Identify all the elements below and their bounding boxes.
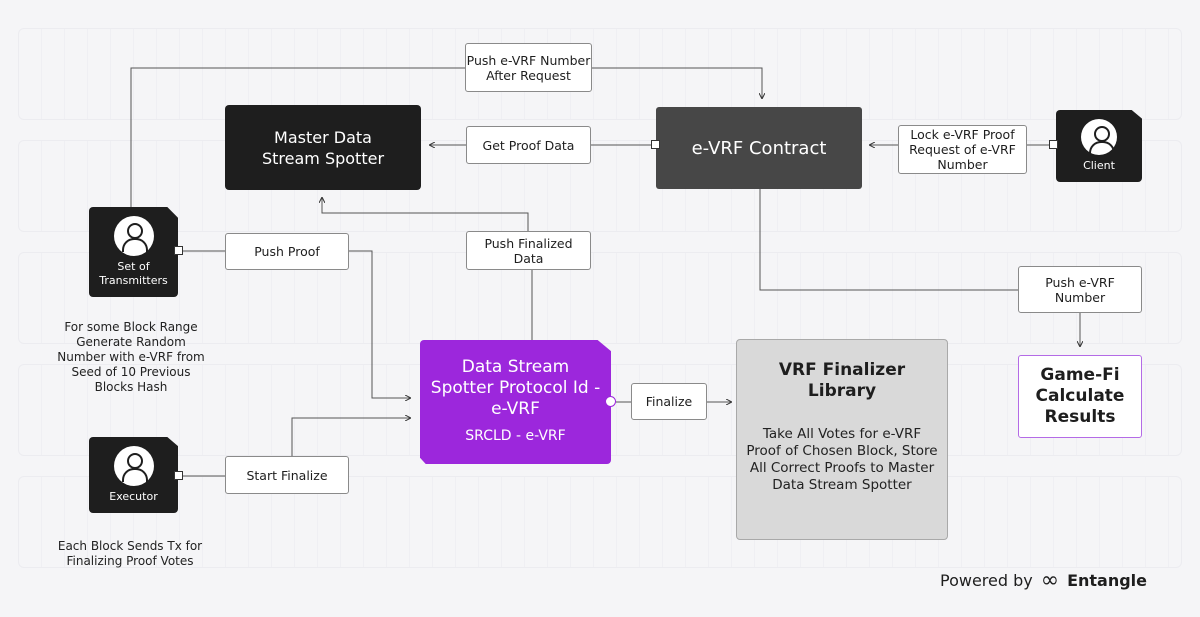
node-description: Take All Votes for e-VRF Proof of Chosen… xyxy=(746,426,938,493)
data-stream-spotter-protocol: Data Stream Spotter Protocol Id -e-VRF SR… xyxy=(420,340,611,464)
node-label: Data Stream Spotter Protocol Id -e-VRF xyxy=(430,357,601,419)
master-data-stream-spotter: Master Data Stream Spotter xyxy=(225,105,421,190)
connector-port xyxy=(174,471,183,480)
executor-note: Each Block Sends Tx for Finalizing Proof… xyxy=(57,539,203,568)
node-label: Game-Fi Calculate Results xyxy=(1035,365,1125,427)
edge-label: Lock e-VRF Proof Request of e-VRF Number xyxy=(898,125,1027,174)
node-label: Master Data Stream Spotter xyxy=(261,127,385,168)
connector-port xyxy=(174,246,183,255)
connector-port xyxy=(651,140,660,149)
connector-port xyxy=(605,396,616,407)
node-label: VRF Finalizer Library xyxy=(778,360,906,401)
node-label: e-VRF Contract xyxy=(691,137,827,159)
node-label: Set of Transmitters xyxy=(99,260,168,287)
infinity-icon: ∞ xyxy=(1040,567,1060,593)
transmitters-node: Set of Transmitters xyxy=(89,207,178,297)
node-label: Client xyxy=(1083,159,1115,172)
client-node: Client xyxy=(1056,110,1142,182)
edge-label: Push Finalized Data xyxy=(466,231,591,270)
transmitters-note: For some Block Range Generate Random Num… xyxy=(57,320,205,394)
powered-text: Powered by xyxy=(940,571,1033,590)
vrf-finalizer-library: VRF Finalizer Library Take All Votes for … xyxy=(736,339,948,540)
powered-by: Powered by ∞ Entangle xyxy=(940,567,1148,593)
evrf-contract: e-VRF Contract xyxy=(656,107,862,189)
edge-label: Get Proof Data xyxy=(466,126,591,164)
user-icon xyxy=(113,446,154,486)
edge-label: Finalize xyxy=(631,383,707,420)
gamefi-node: Game-Fi Calculate Results xyxy=(1018,355,1142,438)
edge-label: Push e-VRF Number xyxy=(1018,266,1142,313)
user-icon xyxy=(1081,119,1117,155)
brand-name: Entangle xyxy=(1067,571,1148,590)
node-label: Executor xyxy=(109,490,158,503)
user-icon xyxy=(113,216,154,256)
edge-label: Push Proof xyxy=(225,233,349,270)
edge-label: Start Finalize xyxy=(225,456,349,494)
executor-node: Executor xyxy=(89,437,178,513)
node-sublabel: SRCLD - e-VRF xyxy=(465,428,566,444)
edge-label: Push e-VRF Number After Request xyxy=(465,43,592,92)
connector-port xyxy=(1049,140,1058,149)
